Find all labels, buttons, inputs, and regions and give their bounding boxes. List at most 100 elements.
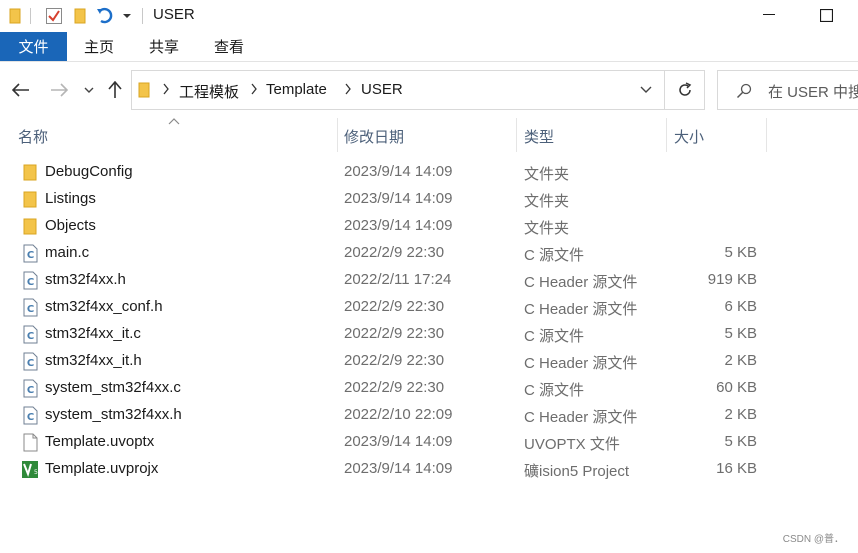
- file-type: C 源文件: [524, 328, 585, 345]
- file-type: 文件夹: [524, 193, 570, 210]
- file-name: stm32f4xx_it.c: [45, 325, 141, 342]
- file-modified-date: 2022/2/9 22:30: [344, 244, 445, 261]
- file-name: DebugConfig: [45, 163, 133, 180]
- chevron-right-icon[interactable]: [250, 83, 258, 95]
- address-bar[interactable]: 工程模板 Template USER: [131, 70, 665, 110]
- file-size: 6 KB: [724, 298, 757, 315]
- file-modified-date: 2022/2/9 22:30: [344, 379, 445, 396]
- maximize-button[interactable]: [803, 0, 849, 30]
- file-name: Template.uvoptx: [45, 433, 155, 450]
- search-placeholder: 在 USER 中搜: [768, 84, 858, 101]
- column-date[interactable]: 修改日期: [344, 126, 404, 147]
- svg-text:C: C: [27, 250, 34, 261]
- refresh-button[interactable]: [664, 70, 705, 110]
- file-row[interactable]: Cstm32f4xx_conf.h 2022/2/9 22:30 C Header …: [0, 294, 858, 321]
- file-modified-date: 2022/2/9 22:30: [344, 352, 445, 369]
- sort-ascending-icon: [168, 118, 180, 125]
- forward-button[interactable]: [48, 79, 70, 101]
- chevron-down-icon: [84, 87, 94, 93]
- up-button[interactable]: [104, 79, 126, 101]
- arrow-up-icon: [108, 81, 122, 98]
- file-size: 16 KB: [716, 460, 757, 477]
- breadcrumb-item[interactable]: Template: [266, 81, 327, 98]
- column-size[interactable]: 大小: [674, 126, 704, 147]
- chevron-right-icon[interactable]: [344, 83, 352, 95]
- svg-text:C: C: [27, 331, 34, 342]
- tab-share[interactable]: 共享: [135, 32, 193, 61]
- window-title: USER: [153, 6, 195, 23]
- generic-file-icon: [21, 433, 39, 452]
- file-row[interactable]: Objects 2023/9/14 14:09 文件夹: [0, 213, 858, 240]
- search-input[interactable]: 在 USER 中搜: [717, 70, 858, 110]
- file-row[interactable]: Csystem_stm32f4xx.c 2022/2/9 22:30 C 源文件 60…: [0, 375, 858, 402]
- breadcrumb-item[interactable]: 工程模板: [179, 81, 239, 102]
- title-bar: USER: [0, 0, 858, 32]
- file-name: system_stm32f4xx.h: [45, 406, 182, 423]
- folder-icon: [21, 163, 39, 182]
- column-name[interactable]: 名称: [18, 126, 48, 147]
- tab-file[interactable]: 文件: [0, 32, 67, 61]
- svg-text:C: C: [27, 412, 34, 423]
- minimize-icon: [763, 14, 775, 15]
- new-folder-icon[interactable]: [72, 6, 88, 26]
- tab-home[interactable]: 主页: [70, 32, 128, 61]
- file-size: 2 KB: [724, 406, 757, 423]
- column-type[interactable]: 类型: [524, 126, 554, 147]
- file-size: 5 KB: [724, 244, 757, 261]
- breadcrumb-item[interactable]: USER: [361, 81, 403, 98]
- column-divider[interactable]: [766, 118, 767, 152]
- file-size: 5 KB: [724, 433, 757, 450]
- file-type: C Header 源文件: [524, 355, 638, 372]
- file-name: stm32f4xx.h: [45, 271, 126, 288]
- c-file-icon: C: [21, 271, 39, 290]
- folder-icon: [21, 190, 39, 209]
- svg-text:C: C: [27, 385, 34, 396]
- file-name: Template.uvprojx: [45, 460, 159, 477]
- maximize-icon: [819, 8, 833, 22]
- undo-icon[interactable]: [94, 6, 116, 26]
- file-modified-date: 2023/9/14 14:09: [344, 433, 453, 450]
- c-file-icon: C: [21, 298, 39, 317]
- svg-text:C: C: [27, 277, 34, 288]
- column-divider[interactable]: [516, 118, 517, 152]
- column-header: 名称 修改日期 类型 大小: [0, 118, 858, 152]
- file-type: C Header 源文件: [524, 409, 638, 426]
- properties-icon[interactable]: [44, 6, 64, 26]
- file-type: C 源文件: [524, 247, 585, 264]
- arrow-left-icon: [12, 83, 29, 97]
- column-divider[interactable]: [337, 118, 338, 152]
- file-type: UVOPTX 文件: [524, 436, 620, 453]
- c-file-icon: C: [21, 352, 39, 371]
- file-row[interactable]: Csystem_stm32f4xx.h 2022/2/10 22:09 C Head…: [0, 402, 858, 429]
- file-row[interactable]: DebugConfig 2023/9/14 14:09 文件夹: [0, 159, 858, 186]
- file-size: 2 KB: [724, 352, 757, 369]
- file-type: C Header 源文件: [524, 301, 638, 318]
- c-file-icon: C: [21, 379, 39, 398]
- tab-view[interactable]: 查看: [200, 32, 258, 61]
- back-button[interactable]: [10, 79, 32, 101]
- file-modified-date: 2023/9/14 14:09: [344, 460, 453, 477]
- file-row[interactable]: 5 Template.uvprojx 2023/9/14 14:09 礦ision5 …: [0, 456, 858, 483]
- folder-icon[interactable]: [6, 6, 24, 26]
- divider: [30, 8, 31, 24]
- file-row[interactable]: Listings 2023/9/14 14:09 文件夹: [0, 186, 858, 213]
- recent-locations-button[interactable]: [78, 79, 100, 101]
- file-row[interactable]: Template.uvoptx 2023/9/14 14:09 UVOPTX 文件 5…: [0, 429, 858, 456]
- column-divider[interactable]: [666, 118, 667, 152]
- file-list: DebugConfig 2023/9/14 14:09 文件夹 Listings 202…: [0, 159, 858, 483]
- file-row[interactable]: Cmain.c 2022/2/9 22:30 C 源文件 5 KB: [0, 240, 858, 267]
- file-row[interactable]: Cstm32f4xx_it.h 2022/2/9 22:30 C Header 源文…: [0, 348, 858, 375]
- file-modified-date: 2022/2/9 22:30: [344, 298, 445, 315]
- file-row[interactable]: Cstm32f4xx.h 2022/2/11 17:24 C Header 源文件 9…: [0, 267, 858, 294]
- file-name: stm32f4xx_it.h: [45, 352, 142, 369]
- file-name: main.c: [45, 244, 90, 261]
- chevron-down-icon[interactable]: [640, 86, 652, 94]
- minimize-button[interactable]: [746, 0, 792, 30]
- customize-toolbar-icon[interactable]: [120, 6, 134, 26]
- file-modified-date: 2023/9/14 14:09: [344, 190, 453, 207]
- file-row[interactable]: Cstm32f4xx_it.c 2022/2/9 22:30 C 源文件 5 KB: [0, 321, 858, 348]
- file-size: 5 KB: [724, 325, 757, 342]
- chevron-right-icon: [163, 83, 169, 95]
- keil-project-icon: 5: [21, 460, 39, 479]
- refresh-icon: [678, 82, 691, 96]
